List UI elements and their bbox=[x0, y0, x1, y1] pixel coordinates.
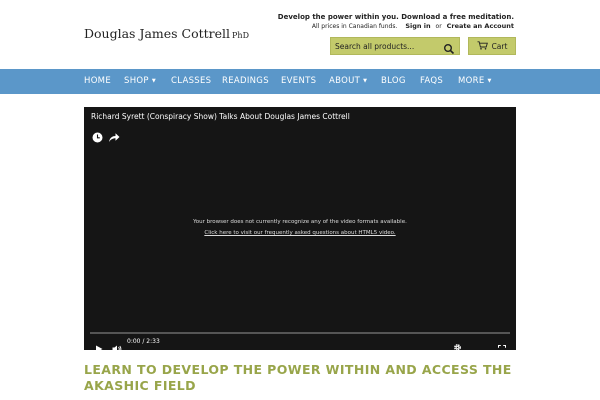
video-player[interactable]: Richard Syrett (Conspiracy Show) Talks A… bbox=[84, 107, 516, 350]
video-title[interactable]: Richard Syrett (Conspiracy Show) Talks A… bbox=[91, 112, 350, 121]
cart-label: Cart bbox=[491, 41, 508, 51]
site-logo[interactable]: Douglas James Cottrell PhD bbox=[84, 26, 249, 41]
nav-item-more[interactable]: MORE ▼ bbox=[458, 69, 492, 94]
share-icon[interactable] bbox=[108, 128, 120, 142]
search-input[interactable] bbox=[335, 41, 439, 51]
cart-button[interactable]: Cart bbox=[468, 37, 516, 55]
nav-item-readings[interactable]: READINGS bbox=[222, 69, 269, 94]
video-faq-link[interactable]: Click here to visit our frequently asked… bbox=[84, 230, 516, 236]
chevron-down-icon: ▼ bbox=[151, 78, 156, 84]
nav-item-faqs[interactable]: FAQS bbox=[420, 69, 443, 94]
timecode: 0:00 / 2:33 bbox=[127, 338, 160, 345]
nav-label: BLOG bbox=[381, 76, 406, 86]
account-bar: All prices in Canadian funds. Sign in or… bbox=[312, 22, 514, 30]
volume-icon[interactable] bbox=[112, 338, 122, 350]
nav-item-about[interactable]: ABOUT ▼ bbox=[329, 69, 367, 94]
main-nav: HOME SHOP ▼ CLASSES READINGS EVENTS ABOUT… bbox=[0, 69, 600, 94]
nav-label: FAQS bbox=[420, 76, 444, 86]
cart-icon bbox=[477, 40, 488, 52]
nav-label: MORE bbox=[458, 76, 485, 86]
chevron-down-icon: ▼ bbox=[487, 78, 492, 84]
video-error-message: Your browser does not currently recogniz… bbox=[193, 219, 407, 225]
nav-label: ABOUT bbox=[329, 76, 361, 86]
progress-bar[interactable] bbox=[90, 332, 510, 334]
promo-link[interactable]: Develop the power within you. Download a… bbox=[278, 13, 514, 21]
nav-item-home[interactable]: HOME bbox=[84, 69, 111, 94]
clock-icon[interactable] bbox=[92, 128, 103, 143]
play-icon[interactable] bbox=[95, 338, 103, 350]
sign-in-link[interactable]: Sign in bbox=[405, 22, 430, 30]
nav-item-shop[interactable]: SHOP ▼ bbox=[124, 69, 156, 94]
search-icon[interactable] bbox=[443, 40, 455, 55]
nav-label: SHOP bbox=[124, 76, 149, 86]
nav-item-events[interactable]: EVENTS bbox=[281, 69, 316, 94]
nav-label: CLASSES bbox=[171, 76, 212, 86]
search-form bbox=[330, 37, 460, 55]
logo-suffix: PhD bbox=[232, 31, 249, 40]
nav-item-classes[interactable]: CLASSES bbox=[171, 69, 211, 94]
logo-name: Douglas James Cottrell bbox=[84, 26, 231, 41]
fullscreen-icon[interactable] bbox=[498, 338, 506, 348]
nav-item-blog[interactable]: BLOG bbox=[381, 69, 406, 94]
page-headline: LEARN TO DEVELOP THE POWER WITHIN AND AC… bbox=[84, 362, 512, 393]
chevron-down-icon: ▼ bbox=[363, 78, 368, 84]
gear-icon[interactable] bbox=[453, 337, 462, 350]
or-text: or bbox=[435, 23, 442, 30]
nav-label: EVENTS bbox=[281, 76, 317, 86]
nav-label: READINGS bbox=[222, 76, 269, 86]
nav-label: HOME bbox=[84, 76, 111, 86]
create-account-link[interactable]: Create an Account bbox=[447, 22, 514, 30]
currency-note: All prices in Canadian funds. bbox=[311, 23, 398, 30]
